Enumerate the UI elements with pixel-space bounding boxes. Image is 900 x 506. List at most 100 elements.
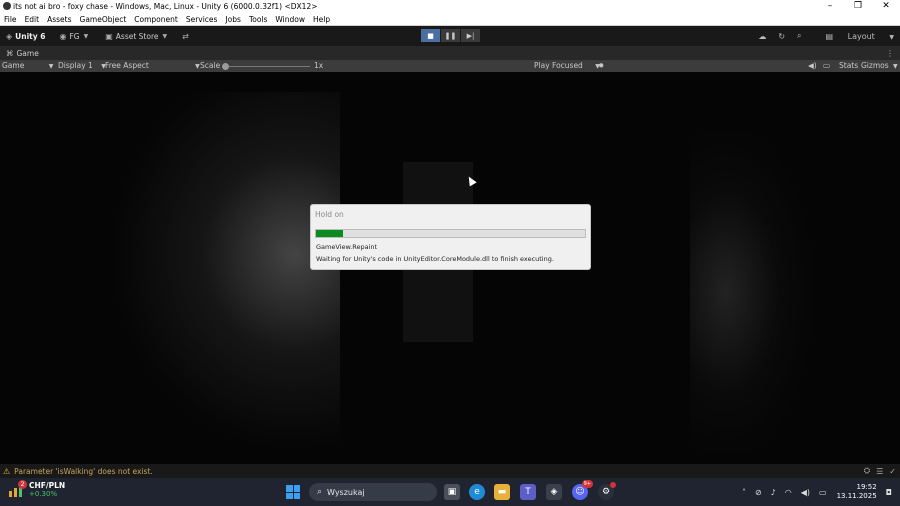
- pause-button[interactable]: ❚❚: [441, 29, 460, 42]
- menu-component[interactable]: Component: [134, 15, 178, 24]
- menu-services[interactable]: Services: [186, 15, 218, 24]
- aspect-dropdown[interactable]: Free Aspect ▼: [105, 60, 200, 72]
- menu-window[interactable]: Window: [275, 15, 305, 24]
- start-button[interactable]: [286, 485, 300, 499]
- steam-notification-dot: [610, 482, 616, 488]
- cloud-icon[interactable]: ☁: [758, 32, 766, 41]
- widget-badge: 2: [18, 480, 27, 489]
- display-label: Display 1: [58, 61, 93, 70]
- display-dropdown[interactable]: Display 1 ▼: [58, 60, 106, 72]
- taskbar-search[interactable]: ⌕ Wyszukaj: [309, 483, 437, 501]
- history-icon[interactable]: ↻: [778, 32, 785, 41]
- unity-icon: ◈: [6, 31, 13, 41]
- discord-icon: ☺: [575, 487, 585, 497]
- maximize-button[interactable]: ❐: [844, 0, 872, 13]
- version-control-button[interactable]: ⇄: [182, 32, 192, 41]
- file-explorer-button[interactable]: ▬: [494, 484, 510, 500]
- scale-slider-track[interactable]: [226, 66, 310, 67]
- search-placeholder: Wyszukaj: [327, 487, 365, 497]
- menu-edit[interactable]: Edit: [25, 15, 40, 24]
- folder-icon: ▬: [497, 487, 507, 497]
- chevron-down-icon: ▼: [893, 63, 898, 70]
- volume-icon[interactable]: ◀): [801, 488, 810, 497]
- step-button[interactable]: ▶|: [461, 29, 480, 42]
- game-mode-dropdown[interactable]: Game ▼: [2, 60, 53, 72]
- lighting-icon[interactable]: ⛭: [864, 466, 870, 476]
- battery-icon[interactable]: ▭: [819, 488, 827, 497]
- unity-label: Unity 6: [15, 31, 46, 41]
- unity-hub-button[interactable]: ◈ Unity 6: [6, 32, 45, 41]
- minimize-button[interactable]: –: [816, 0, 844, 13]
- steam-icon: ⚙: [601, 487, 611, 497]
- account-label: FG: [69, 31, 80, 41]
- wifi-icon[interactable]: ◠: [785, 488, 792, 497]
- unity-taskbar-button[interactable]: ◈: [546, 484, 562, 500]
- dialog-message: Waiting for Unity's code in UnityEditor.…: [316, 255, 554, 263]
- chevron-up-icon[interactable]: ˄: [742, 488, 746, 497]
- chevron-down-icon: ▼: [83, 32, 89, 40]
- panel-tab-bar: ⌘ Game ⋮: [0, 46, 900, 60]
- scale-label: Scale: [200, 61, 221, 70]
- stop-icon: ■: [427, 31, 434, 40]
- clock[interactable]: 19:52 13.11.2025: [837, 483, 877, 501]
- currency-change: +0.30%: [29, 490, 58, 498]
- steam-button[interactable]: ⚙: [598, 482, 616, 500]
- pause-icon: ❚❚: [444, 31, 457, 40]
- edge-button[interactable]: e: [469, 484, 485, 500]
- layout-dropdown[interactable]: ▤ Layout ▼: [814, 32, 894, 41]
- menu-tools[interactable]: Tools: [249, 15, 267, 24]
- scene-light-right: [690, 132, 810, 452]
- layers-icon[interactable]: ☰: [876, 467, 883, 476]
- tab-game[interactable]: ⌘ Game: [6, 49, 39, 58]
- asset-store-dropdown[interactable]: ▣ Asset Store ▼: [105, 32, 170, 41]
- stats-button[interactable]: Stats: [839, 60, 858, 72]
- menu-jobs[interactable]: Jobs: [225, 15, 240, 24]
- gizmos-label: Gizmos: [861, 61, 889, 70]
- game-view-toolbar: Game ▼ Display 1 ▼ Free Aspect ▼ Scale 1…: [0, 60, 900, 72]
- chevron-down-icon: ▼: [48, 63, 54, 70]
- search-icon: ⌕: [317, 487, 323, 497]
- dialog-info: GameView.Repaint: [316, 243, 378, 251]
- gamepad-icon: ⌘: [6, 48, 14, 58]
- menu-gameobject[interactable]: GameObject: [80, 15, 127, 24]
- bug-icon[interactable]: ✹: [598, 60, 604, 72]
- step-icon: ▶|: [466, 31, 475, 40]
- teams-button[interactable]: T: [520, 484, 536, 500]
- menu-assets[interactable]: Assets: [47, 15, 71, 24]
- gizmos-dropdown[interactable]: Gizmos ▼: [861, 60, 898, 72]
- play-mode-dropdown[interactable]: Play Focused ▼: [534, 60, 600, 72]
- widgets-button[interactable]: 2 CHF/PLN +0.30%: [8, 480, 66, 499]
- clock-date: 13.11.2025: [836, 492, 877, 500]
- scale-value: 1x: [314, 61, 324, 70]
- notification-bell-icon[interactable]: ◘: [886, 488, 892, 497]
- camera-off-icon[interactable]: ⊘: [755, 488, 762, 497]
- tab-game-label: Game: [16, 48, 39, 58]
- teams-icon: T: [525, 487, 531, 497]
- windows-logo-pane: [286, 492, 293, 499]
- mute-audio-icon[interactable]: ◀): [808, 60, 817, 72]
- close-button[interactable]: ✕: [872, 0, 900, 13]
- search-icon[interactable]: ⌕: [797, 31, 801, 41]
- window-titlebar: its not ai bro - foxy chase - Windows, M…: [0, 0, 900, 13]
- play-button[interactable]: ■: [421, 29, 440, 42]
- menu-help[interactable]: Help: [313, 15, 330, 24]
- discord-button[interactable]: ☺ 9+: [572, 480, 593, 500]
- task-view-button[interactable]: ▣: [444, 484, 460, 500]
- currency-pair: CHF/PLN: [29, 481, 66, 490]
- scale-slider-handle[interactable]: [222, 63, 229, 70]
- console-warning-message[interactable]: Parameter 'isWalking' does not exist.: [14, 467, 153, 476]
- toolbar-right: ☁ ↻ ⌕ ▤ Layout ▼: [746, 26, 894, 46]
- menu-file[interactable]: File: [4, 15, 17, 24]
- asset-store-label: Asset Store: [115, 31, 159, 41]
- account-icon: ◉: [59, 31, 67, 41]
- windows-logo-pane: [293, 492, 300, 499]
- windows-taskbar: 2 CHF/PLN +0.30% ⌕ Wyszukaj ▣ e ▬ T ◈ ☺ …: [0, 478, 900, 506]
- clock-time: 19:52: [856, 483, 877, 491]
- more-options-icon[interactable]: ⋮: [886, 49, 894, 58]
- dialog-title: Hold on: [315, 210, 344, 219]
- shortcuts-icon[interactable]: ▭: [823, 60, 830, 72]
- microphone-icon[interactable]: ♪: [771, 488, 776, 497]
- check-icon[interactable]: ✓: [889, 467, 896, 476]
- account-dropdown[interactable]: ◉ FG ▼: [59, 32, 91, 41]
- window-title: its not ai bro - foxy chase - Windows, M…: [13, 2, 318, 11]
